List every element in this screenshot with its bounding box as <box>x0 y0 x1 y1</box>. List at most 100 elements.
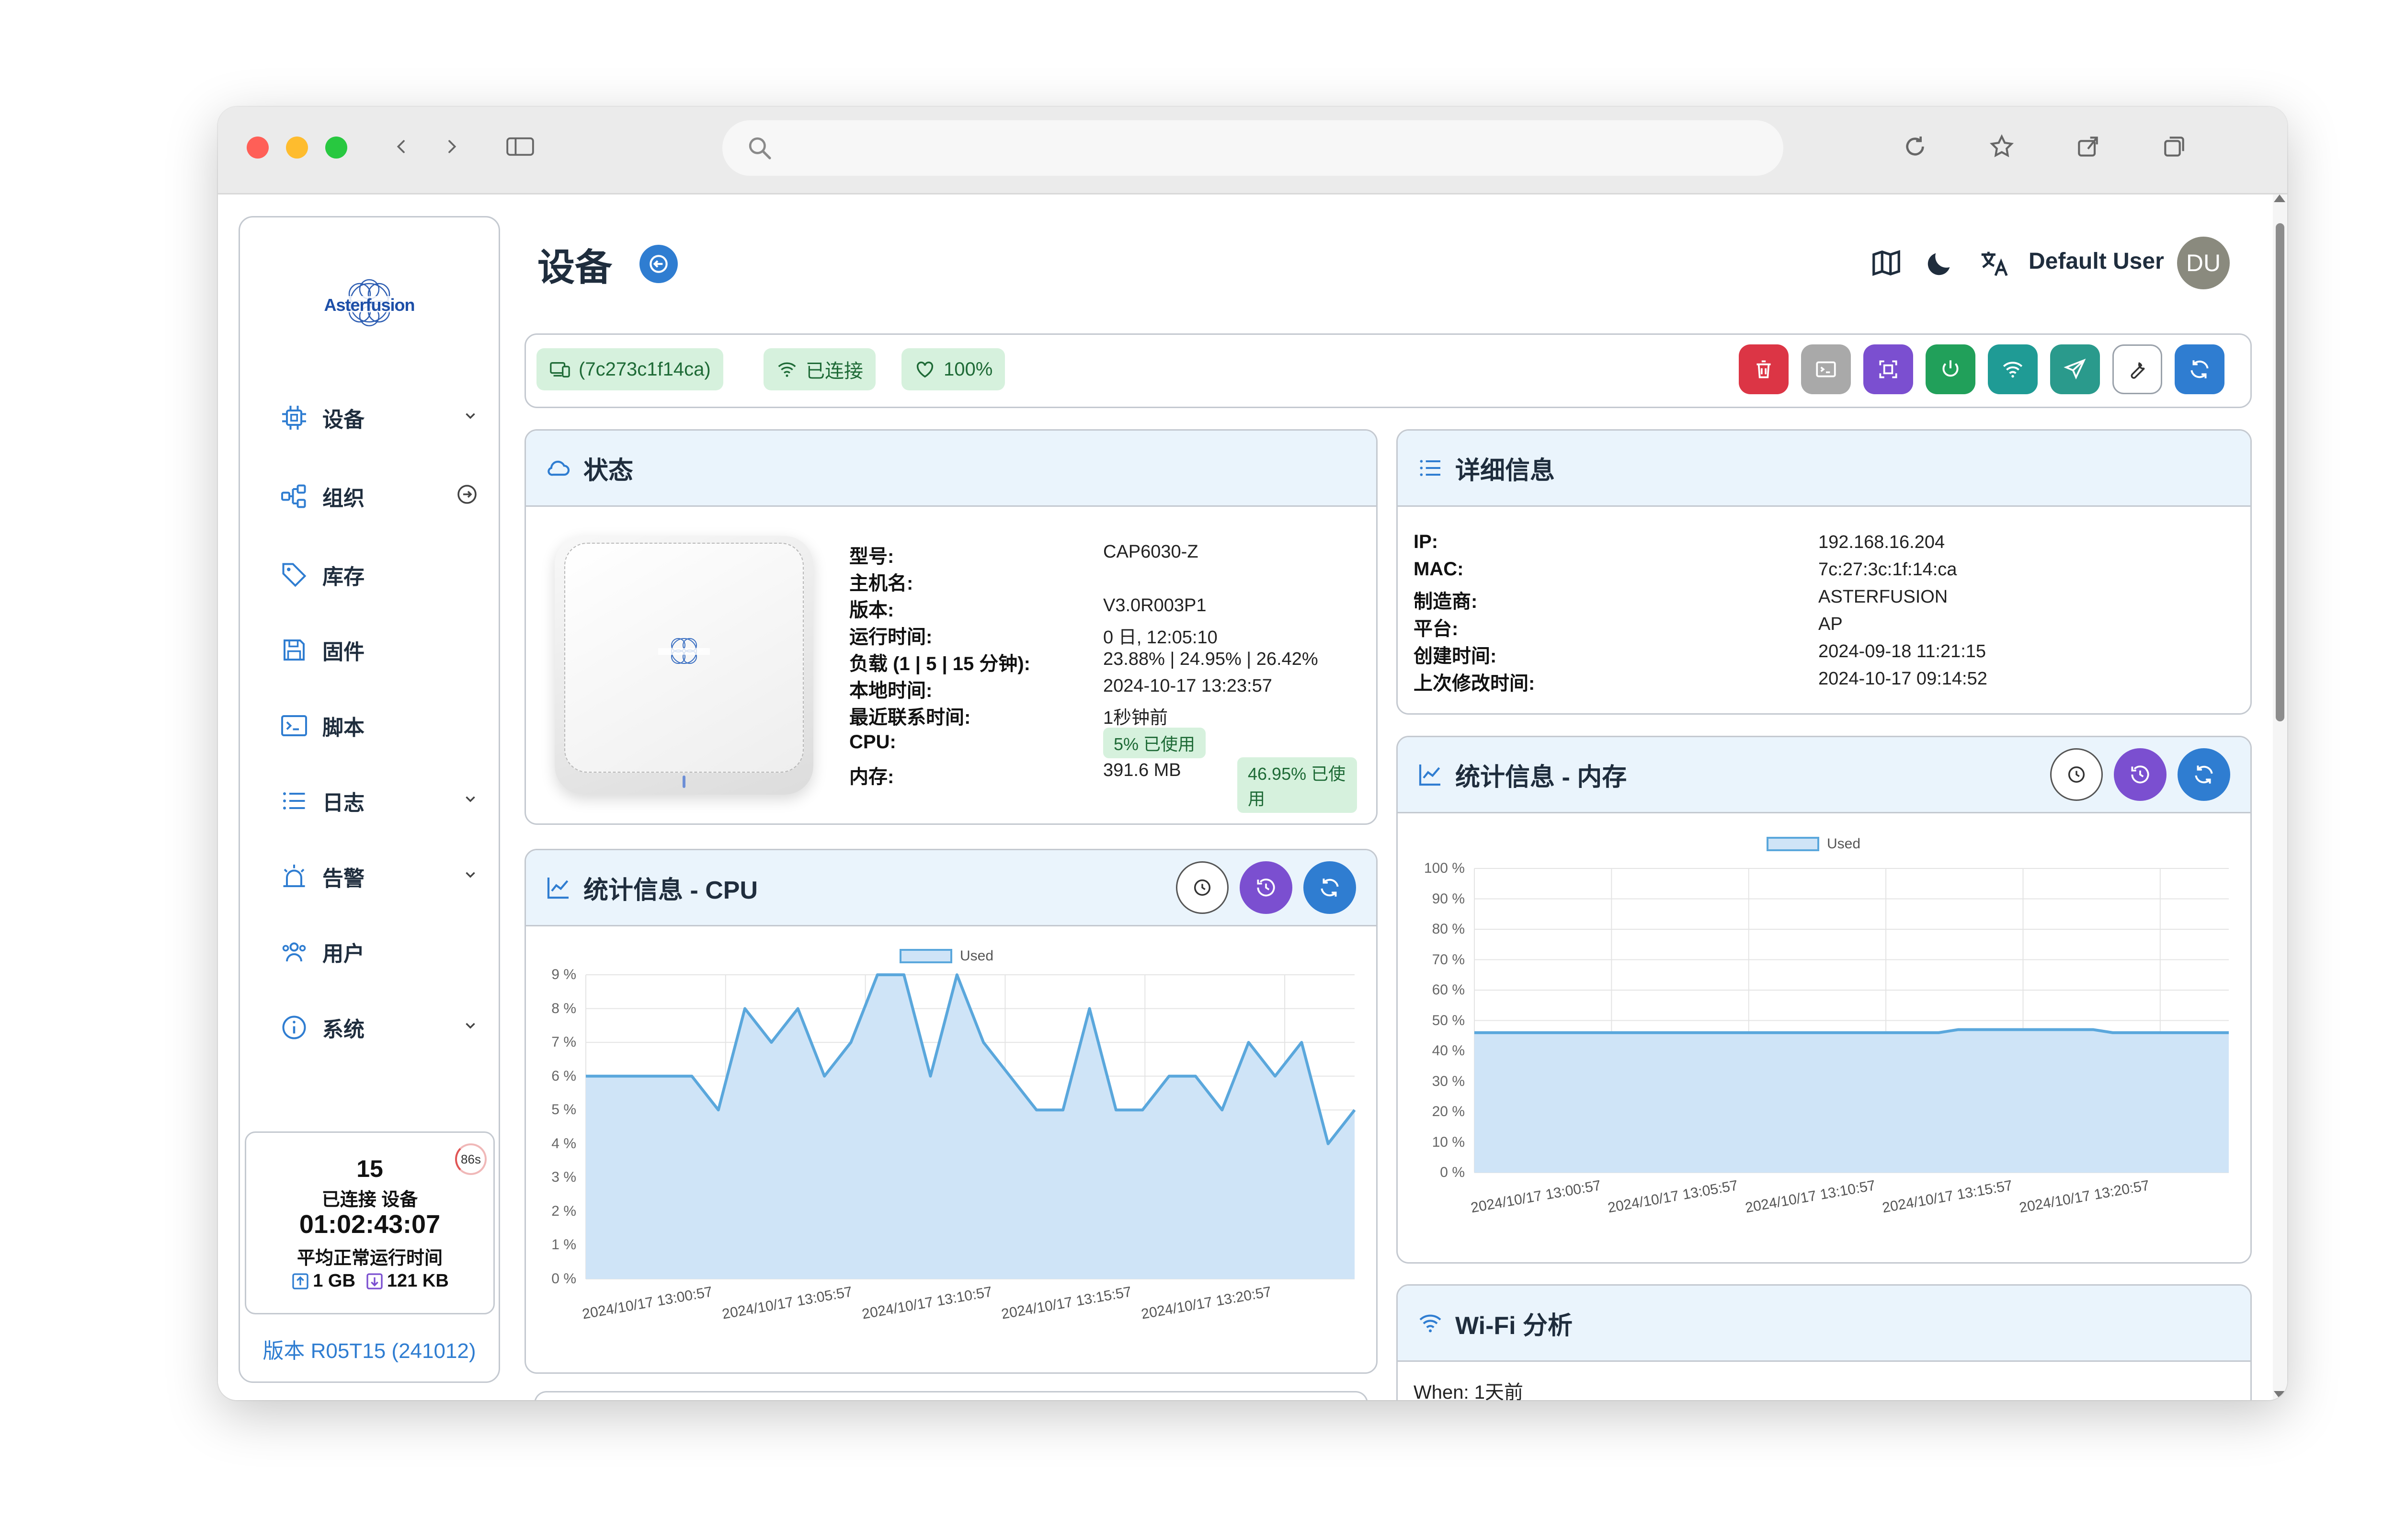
memory-history-button[interactable] <box>2114 748 2167 801</box>
cpu-time-range-button[interactable] <box>1176 861 1229 914</box>
configure-button[interactable] <box>2112 344 2162 394</box>
browser-window: Asterfusion 设备 组织 库存 固件 脚本 日志 告警 用户 系统 8… <box>218 107 2287 1400</box>
history-icon <box>1257 878 1275 897</box>
map-button[interactable] <box>1870 246 1903 280</box>
reboot-button[interactable] <box>1926 344 1975 394</box>
cpu-legend: Used <box>900 948 993 964</box>
chevron-down-icon <box>462 867 479 887</box>
health-value: 100% <box>944 358 993 380</box>
page-scrollbar[interactable] <box>2273 194 2287 1400</box>
address-bar[interactable] <box>722 120 1783 176</box>
connection-status: 已连接 <box>806 361 863 382</box>
cpu-legend-label: Used <box>960 948 994 964</box>
memory-time-range-button[interactable] <box>2050 748 2103 801</box>
memory-stats-header: 统计信息 - 内存 <box>1398 737 2250 813</box>
average-uptime-label: 平均正常运行时间 <box>297 1248 443 1268</box>
memory-refresh-button[interactable] <box>2178 748 2230 801</box>
sidebar-item-logs[interactable]: 日志 <box>277 772 479 830</box>
modified-value: 2024-10-17 09:14:52 <box>1818 669 1987 689</box>
details-card-title: 详细信息 <box>1415 431 1555 505</box>
sidebar-icon <box>506 137 534 156</box>
sidebar-item-alarms[interactable]: 告警 <box>277 848 479 905</box>
line-chart-icon <box>1415 759 1446 790</box>
platform-label: 平台: <box>1414 618 1459 639</box>
tabs-button[interactable] <box>2151 128 2197 165</box>
minimize-window-button[interactable] <box>286 137 308 159</box>
delete-device-button[interactable] <box>1739 344 1789 394</box>
bookmark-button[interactable] <box>1979 128 2025 165</box>
wrench-icon <box>2131 362 2145 379</box>
sidebar-item-label: 系统 <box>322 1018 365 1041</box>
sidebar-item-label: 脚本 <box>322 716 365 740</box>
memory-x-tick-label: 2024/10/17 13:20:57 <box>2018 1177 2151 1216</box>
wifi-scan-button[interactable] <box>1988 344 2038 394</box>
download-value: 121 KB <box>387 1271 449 1291</box>
avatar[interactable]: DU <box>2177 237 2230 289</box>
sidebar-item-organizations[interactable]: 组织 <box>277 468 479 525</box>
scroll-up-arrow-icon[interactable] <box>2274 194 2285 202</box>
memory-x-axis: 2024/10/17 13:00:57 2024/10/17 13:05:57 20… <box>1398 812 2250 1262</box>
model-value: CAP6030-Z <box>1103 542 1198 562</box>
sidebar-item-scripts[interactable]: 脚本 <box>277 697 479 754</box>
share-icon <box>2078 137 2098 157</box>
cpu-history-button[interactable] <box>1240 861 1292 914</box>
memory-stats-card: 统计信息 - 内存 100 % 90 % 80 % 70 % 60 % 50 % 40 % 3… <box>1396 736 2252 1264</box>
forward-button[interactable] <box>429 128 475 165</box>
sidebar-item-system[interactable]: 系统 <box>277 999 479 1056</box>
cpu-label: CPU: <box>849 731 896 753</box>
memory-x-tick-label: 2024/10/17 13:15:57 <box>1881 1177 2014 1216</box>
uptime-value: 0 日, 12:05:10 <box>1103 627 1218 648</box>
arrow-right-circle-icon[interactable] <box>456 483 479 510</box>
sidebar: Asterfusion 设备 组织 库存 固件 脚本 日志 告警 用户 系统 8… <box>239 216 500 1383</box>
dark-mode-toggle[interactable] <box>1923 246 1957 280</box>
last-contact-label: 最近联系时间: <box>849 707 971 728</box>
sidebar-item-label: 组织 <box>322 487 365 510</box>
scroll-down-arrow-icon[interactable] <box>2274 1391 2285 1399</box>
sidebar-item-devices[interactable]: 设备 <box>277 389 479 446</box>
cpu-refresh-button[interactable] <box>1303 861 1356 914</box>
send-button[interactable] <box>2050 344 2100 394</box>
local-time-label: 本地时间: <box>849 680 933 701</box>
reload-button[interactable] <box>1892 128 1938 165</box>
back-button[interactable] <box>378 128 424 165</box>
user-name[interactable]: Default User <box>2029 248 2164 274</box>
model-label: 型号: <box>849 546 894 567</box>
share-button[interactable] <box>2065 128 2111 165</box>
users-icon <box>277 935 311 969</box>
refresh-device-button[interactable] <box>2175 344 2224 394</box>
status-card-title-text: 状态 <box>583 456 634 485</box>
scrollbar-thumb[interactable] <box>2276 223 2284 721</box>
translate-icon <box>1981 251 2008 276</box>
send-icon <box>2064 358 2086 380</box>
status-card-header: 状态 <box>526 431 1376 507</box>
cloud-icon <box>543 453 574 483</box>
sidebar-toggle-button[interactable] <box>497 128 543 165</box>
close-window-button[interactable] <box>247 137 269 159</box>
scan-button[interactable] <box>1863 344 1913 394</box>
platform-value: AP <box>1818 614 1843 634</box>
refresh-icon <box>1321 878 1339 897</box>
sidebar-item-label: 告警 <box>322 867 365 890</box>
sidebar-item-inventory[interactable]: 库存 <box>277 546 479 604</box>
chip-icon <box>277 401 311 434</box>
sidebar-item-label: 用户 <box>322 942 365 966</box>
sidebar-item-firmware[interactable]: 固件 <box>277 621 479 679</box>
terminal-icon <box>1816 361 1836 377</box>
version-link[interactable]: 版本 R05T15 (241012) <box>240 1334 499 1364</box>
memory-chart: 100 % 90 % 80 % 70 % 60 % 50 % 40 % 30 % 20 % 10 … <box>1398 812 2250 1262</box>
memory-legend: Used <box>1767 836 1860 852</box>
mac-label: MAC: <box>1414 559 1464 580</box>
chevron-left-icon <box>397 140 405 153</box>
wifi-analysis-title-text: Wi-Fi 分析 <box>1455 1312 1573 1340</box>
load-label: 负载 (1 | 5 | 15 分钟): <box>849 653 1031 674</box>
wifi-icon <box>776 358 798 380</box>
upload-icon <box>291 1272 310 1291</box>
maximize-window-button[interactable] <box>325 137 347 159</box>
language-button[interactable] <box>1977 246 2011 280</box>
sidebar-item-users[interactable]: 用户 <box>277 923 479 981</box>
terminal-button[interactable] <box>1801 344 1851 394</box>
next-card-edge <box>534 1391 1368 1400</box>
memory-stats-title: 统计信息 - 内存 <box>1415 737 1627 812</box>
back-circle-button[interactable] <box>639 245 678 283</box>
chevron-down-icon <box>462 408 479 428</box>
